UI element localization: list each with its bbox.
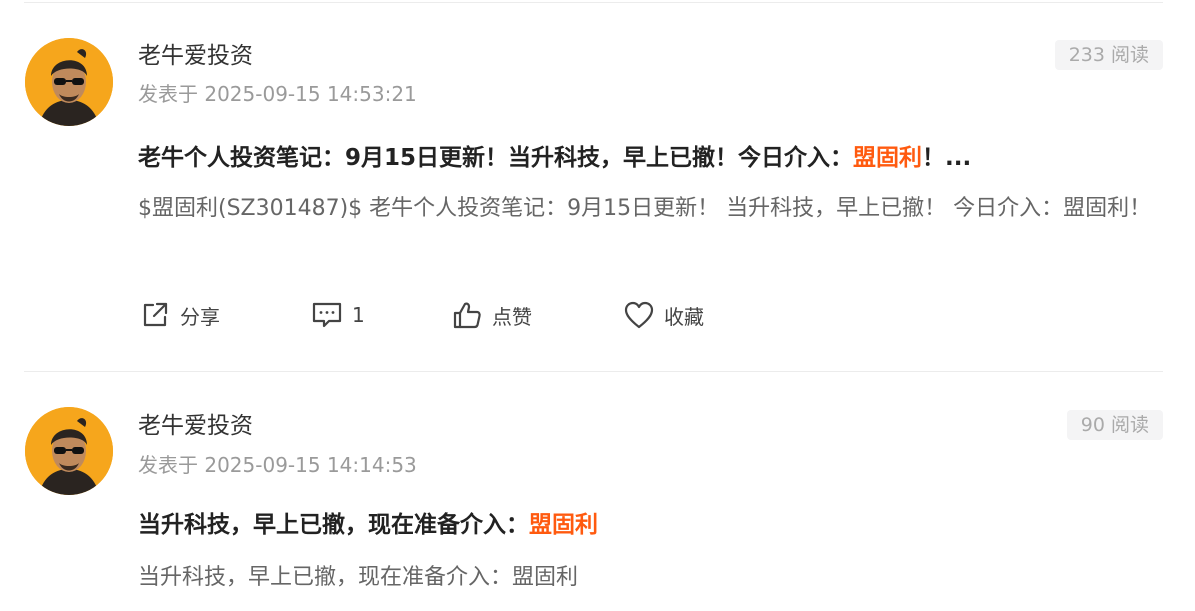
share-label: 分享 <box>180 304 220 329</box>
post-title-suffix: ！... <box>922 145 972 171</box>
post-title[interactable]: 老牛个人投资笔记：9月15日更新！当升科技，早上已撤！今日介入：盟固利！... <box>138 142 1148 174</box>
avatar[interactable] <box>25 38 113 126</box>
comment-icon <box>310 298 344 332</box>
author-name[interactable]: 老牛爱投资 <box>138 41 253 71</box>
like-button[interactable]: 点赞 <box>450 298 532 332</box>
post-title[interactable]: 当升科技，早上已撤，现在准备介入：盟固利 <box>138 509 1148 541</box>
favorite-button[interactable]: 收藏 <box>622 298 704 332</box>
post-title-highlight: 盟固利 <box>853 145 923 171</box>
post-title-text: 当升科技，早上已撤，现在准备介入： <box>138 512 529 538</box>
avatar-portrait-icon <box>25 407 113 495</box>
post-card[interactable]: 老牛爱投资 发表于 2025-09-15 14:53:21 233 阅读 老牛个… <box>0 0 1195 372</box>
post-title-highlight: 盟固利 <box>529 512 598 538</box>
post-body[interactable]: 当升科技，早上已撤，现在准备介入：盟固利 <box>138 558 1158 597</box>
heart-icon <box>622 298 656 332</box>
favorite-label: 收藏 <box>664 304 704 329</box>
share-icon <box>138 298 172 332</box>
post-timestamp: 发表于 2025-09-15 14:14:53 <box>138 453 417 477</box>
read-count-badge: 233 阅读 <box>1054 40 1163 70</box>
post-title-text: 老牛个人投资笔记：9月15日更新！当升科技，早上已撤！今日介入： <box>138 145 854 171</box>
post-body[interactable]: $盟固利(SZ301487)$ 老牛个人投资笔记：9月15日更新！ 当升科技，早… <box>138 189 1158 228</box>
post-card[interactable]: 老牛爱投资 发表于 2025-09-15 14:14:53 90 阅读 当升科技… <box>0 372 1195 611</box>
thumbs-up-icon <box>450 298 484 332</box>
avatar[interactable] <box>25 407 113 495</box>
comment-button[interactable]: 1 <box>310 298 365 332</box>
avatar-portrait-icon <box>25 38 113 126</box>
comment-count: 1 <box>352 303 365 327</box>
post-timestamp: 发表于 2025-09-15 14:53:21 <box>138 82 417 106</box>
post-actions: 分享 1 点赞 收藏 <box>138 298 838 332</box>
author-name[interactable]: 老牛爱投资 <box>138 411 253 441</box>
read-count-badge: 90 阅读 <box>1066 410 1163 440</box>
share-button[interactable]: 分享 <box>138 298 220 332</box>
like-label: 点赞 <box>492 304 532 329</box>
